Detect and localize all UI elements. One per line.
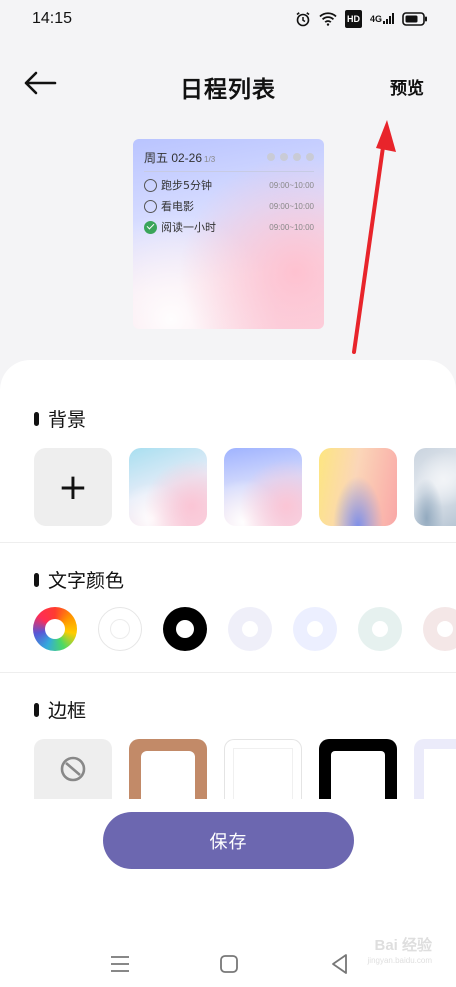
status-time: 14:15: [32, 10, 73, 27]
text-color-white[interactable]: [98, 607, 142, 651]
baidu-watermark: Bai 经验 jingyan.baidu.com: [367, 937, 432, 965]
checked-circle-icon: [144, 220, 157, 234]
menu-nav-button[interactable]: [108, 952, 132, 976]
section-title-border: 边框: [34, 696, 86, 723]
circle-check-icon: [144, 178, 157, 192]
prohibited-icon: [60, 756, 86, 782]
background-option-2[interactable]: [224, 448, 302, 526]
border-option-lavender[interactable]: [414, 739, 456, 799]
preview-button[interactable]: 预览: [390, 74, 424, 99]
cellular-icon: 4G: [370, 10, 394, 28]
widget-preview: 周五 02-26 1/3 跑步5分钟 09:00~10:00 看电影 09:00~…: [133, 139, 324, 329]
status-icons: HD 4G: [295, 10, 428, 28]
task-time: 09:00~10:00: [269, 180, 314, 190]
task-time: 09:00~10:00: [269, 201, 314, 211]
background-option-4[interactable]: [414, 448, 456, 526]
widget-dots: [267, 153, 314, 161]
task-text: 阅读一小时: [161, 221, 216, 234]
background-option-1[interactable]: [129, 448, 207, 526]
border-option-white[interactable]: [224, 739, 302, 799]
plus-icon: +: [57, 466, 89, 508]
text-color-light-blue[interactable]: [293, 607, 337, 651]
text-color-custom[interactable]: [33, 607, 77, 651]
text-color-mint[interactable]: [358, 607, 402, 651]
annotation-arrow-icon: [352, 120, 396, 354]
border-option-wood[interactable]: [129, 739, 207, 799]
home-nav-button[interactable]: [217, 952, 241, 976]
divider: [0, 542, 456, 543]
background-option-3[interactable]: [319, 448, 397, 526]
alarm-icon: [295, 10, 311, 28]
divider: [0, 672, 456, 673]
task-text: 跑步5分钟: [161, 179, 212, 192]
menu-icon: [111, 956, 129, 972]
section-title-text-color: 文字颜色: [34, 566, 124, 593]
task-time: 09:00~10:00: [269, 222, 314, 232]
widget-page-indicator: 1/3: [204, 155, 216, 164]
battery-icon: [402, 10, 428, 28]
page-title: 日程列表: [180, 76, 276, 103]
text-color-black[interactable]: [163, 607, 207, 651]
status-bar: 14:15 HD 4G: [0, 0, 456, 40]
text-color-lavender[interactable]: [228, 607, 272, 651]
widget-date: 周五 02-26 1/3: [144, 149, 215, 166]
widget-task-item: 看电影 09:00~10:00: [144, 197, 314, 215]
widget-task-item: 阅读一小时 09:00~10:00: [144, 218, 314, 236]
section-title-background: 背景: [34, 405, 86, 432]
header: 日程列表 预览: [0, 60, 456, 110]
save-button[interactable]: 保存: [103, 812, 354, 869]
widget-divider: [144, 171, 314, 172]
circle-check-icon: [144, 199, 157, 213]
wifi-icon: [319, 10, 337, 28]
triangle-back-icon: [332, 954, 347, 974]
widget-weekday-date: 周五 02-26: [144, 151, 203, 165]
network-label: 4G: [369, 14, 382, 24]
task-text: 看电影: [161, 200, 194, 213]
widget-task-item: 跑步5分钟 09:00~10:00: [144, 176, 314, 194]
back-nav-button[interactable]: [328, 952, 352, 976]
hd-badge: HD: [344, 10, 362, 28]
square-icon: [220, 955, 238, 973]
add-background-button[interactable]: +: [34, 448, 112, 526]
border-option-none[interactable]: [34, 739, 112, 799]
border-option-black[interactable]: [319, 739, 397, 799]
